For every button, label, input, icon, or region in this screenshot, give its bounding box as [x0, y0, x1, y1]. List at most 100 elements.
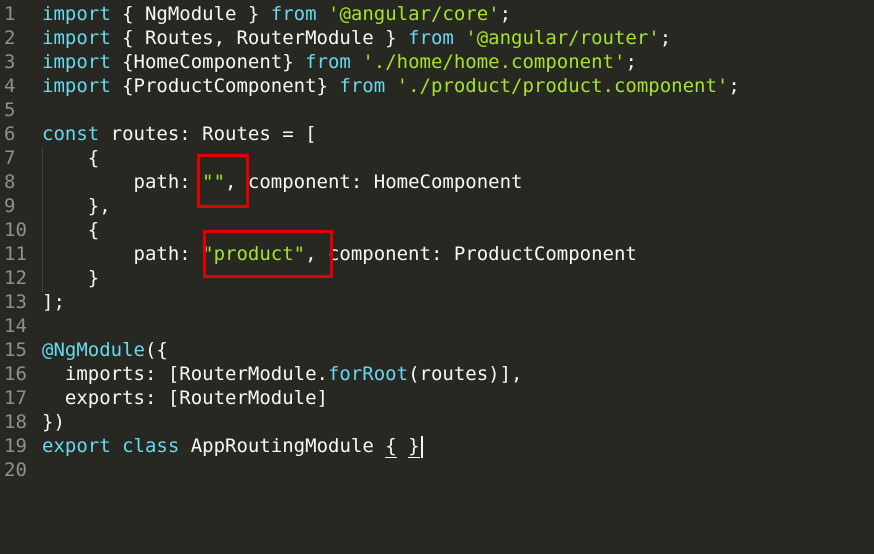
- code-line-18[interactable]: 18 }): [0, 410, 874, 434]
- line-number: 7: [4, 147, 16, 169]
- code-text: ];: [42, 291, 65, 313]
- line-code: imports: [RouterModule.forRoot(routes)],: [42, 362, 523, 386]
- code-text: }: [42, 267, 100, 289]
- code-line-3[interactable]: 3 import {HomeComponent} from './home/ho…: [0, 50, 874, 74]
- line-code: import {ProductComponent} from './produc…: [42, 74, 740, 98]
- line-code: path: "", component: HomeComponent: [42, 170, 523, 194]
- line-number: 4: [4, 75, 16, 97]
- line-number: 1: [4, 3, 16, 25]
- string-literal: '@angular/router': [465, 27, 660, 49]
- function-name: forRoot: [327, 363, 409, 385]
- line-code: path: "product", component: ProductCompo…: [42, 242, 637, 266]
- line-number: 20: [4, 459, 27, 481]
- line-number: 3: [4, 51, 16, 73]
- code-text: , component: HomeComponent: [225, 171, 523, 193]
- code-text: ;: [659, 27, 672, 49]
- line-number: 12: [4, 267, 27, 289]
- string-literal: './product/product.component': [396, 75, 729, 97]
- line-code: {: [42, 146, 99, 170]
- code-text: {ProductComponent}: [110, 75, 340, 97]
- text-cursor: [420, 435, 423, 458]
- line-number: 10: [4, 219, 27, 241]
- line-number: 15: [4, 339, 27, 361]
- code-editor[interactable]: 1 import { NgModule } from '@angular/cor…: [0, 2, 874, 498]
- code-text: ;: [625, 51, 637, 73]
- code-line-20[interactable]: 20: [0, 458, 874, 482]
- line-number: 5: [4, 99, 16, 121]
- line-number: 19: [4, 435, 27, 457]
- code-line-1[interactable]: 1 import { NgModule } from '@angular/cor…: [0, 2, 874, 26]
- code-line-19[interactable]: 19 export class AppRoutingModule { }: [0, 434, 874, 458]
- line-number: 17: [4, 387, 27, 409]
- code-line-10[interactable]: 10 {: [0, 218, 874, 242]
- decorator: @NgModule: [42, 339, 145, 361]
- code-text: { NgModule }: [110, 3, 271, 25]
- line-code: export class AppRoutingModule { }: [42, 434, 423, 458]
- keyword-import: import: [42, 27, 111, 49]
- code-text: {: [42, 147, 100, 169]
- code-text: {: [42, 219, 100, 241]
- keyword-from: from: [270, 3, 317, 25]
- code-text: routes: Routes = [: [99, 123, 317, 145]
- code-line-7[interactable]: 7 {: [0, 146, 874, 170]
- code-line-14[interactable]: 14: [0, 314, 874, 338]
- line-number: 14: [4, 315, 27, 337]
- line-code: ];: [42, 290, 65, 314]
- highlight-product-path: [203, 230, 333, 278]
- code-line-12[interactable]: 12 }: [0, 266, 874, 290]
- code-line-15[interactable]: 15 @NgModule({: [0, 338, 874, 362]
- code-text: path:: [42, 243, 203, 265]
- code-text: ;: [728, 75, 740, 97]
- keyword-from: from: [305, 51, 351, 73]
- code-text: path:: [42, 171, 203, 193]
- line-code: const routes: Routes = [: [42, 122, 317, 146]
- code-text: , component: ProductComponent: [305, 243, 637, 265]
- code-text: { Routes, RouterModule }: [110, 27, 409, 49]
- keyword-import: import: [42, 51, 111, 73]
- line-code: exports: [RouterModule]: [42, 386, 328, 410]
- code-line-17[interactable]: 17 exports: [RouterModule]: [0, 386, 874, 410]
- string-literal: '@angular/core': [328, 3, 500, 25]
- code-line-4[interactable]: 4 import {ProductComponent} from './prod…: [0, 74, 874, 98]
- code-line-8[interactable]: 8 path: "", component: HomeComponent: [0, 170, 874, 194]
- code-line-6[interactable]: 6 const routes: Routes = [: [0, 122, 874, 146]
- keyword-const: const: [42, 123, 100, 145]
- code-line-9[interactable]: 9 },: [0, 194, 874, 218]
- keyword-import: import: [42, 3, 111, 25]
- code-text: }): [42, 411, 65, 433]
- matched-brace-open: {: [385, 435, 397, 458]
- line-number: 6: [4, 123, 16, 145]
- code-text: ({: [144, 339, 168, 361]
- line-code: import { NgModule } from '@angular/core'…: [42, 2, 511, 26]
- code-line-13[interactable]: 13 ];: [0, 290, 874, 314]
- code-text: },: [42, 195, 111, 217]
- line-code: import {HomeComponent} from './home/home…: [42, 50, 637, 74]
- keyword-export: export: [42, 435, 111, 457]
- line-code: {: [42, 218, 99, 242]
- line-number: 18: [4, 411, 27, 433]
- line-number: 13: [4, 291, 27, 313]
- code-line-2[interactable]: 2 import { Routes, RouterModule } from '…: [0, 26, 874, 50]
- matched-brace-close: }: [408, 435, 420, 458]
- line-number: 11: [4, 243, 27, 265]
- line-code: },: [42, 194, 111, 218]
- code-line-5[interactable]: 5: [0, 98, 874, 122]
- code-text: (routes)],: [408, 363, 523, 385]
- code-text: {HomeComponent}: [110, 51, 306, 73]
- keyword-from: from: [408, 27, 454, 49]
- code-line-16[interactable]: 16 imports: [RouterModule.forRoot(routes…: [0, 362, 874, 386]
- keyword-from: from: [339, 75, 386, 97]
- keyword-class: class: [122, 435, 180, 457]
- code-text: exports: [RouterModule]: [42, 387, 328, 409]
- line-code: import { Routes, RouterModule } from '@a…: [42, 26, 671, 50]
- code-text: AppRoutingModule: [179, 435, 386, 457]
- highlight-empty-path: [197, 154, 249, 208]
- code-line-11[interactable]: 11 path: "product", component: ProductCo…: [0, 242, 874, 266]
- line-code: }: [42, 266, 99, 290]
